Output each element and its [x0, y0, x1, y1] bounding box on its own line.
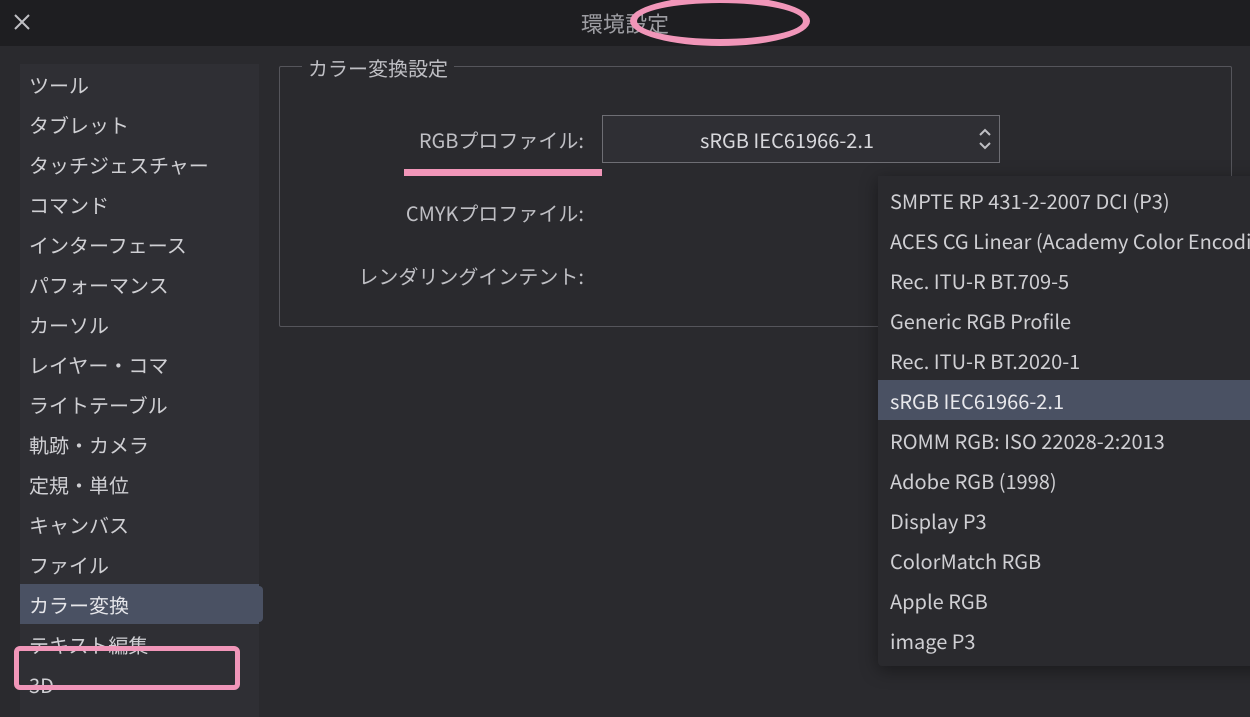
dropdown-option-1[interactable]: ACES CG Linear (Academy Color Encoding S… — [878, 220, 1250, 260]
fieldset-legend: カラー変換設定 — [302, 53, 454, 82]
sidebar-item-label: インターフェース — [29, 230, 187, 259]
sidebar-item-6[interactable]: カーソル — [20, 304, 259, 344]
sidebar-item-10[interactable]: 定規・単位 — [20, 464, 259, 504]
rgb-profile-dropdown: SMPTE RP 431-2-2007 DCI (P3)ACES CG Line… — [878, 176, 1250, 666]
dropdown-option-11[interactable]: image P3 — [878, 620, 1250, 660]
sidebar-item-label: 3D — [29, 670, 54, 699]
select-rgb-profile-value: sRGB IEC61966-2.1 — [603, 125, 971, 154]
sidebar-item-1[interactable]: タブレット — [20, 104, 259, 144]
dropdown-option-6[interactable]: ROMM RGB: ISO 22028-2:2013 — [878, 420, 1250, 460]
sidebar-item-label: ファイル — [29, 550, 109, 579]
sidebar-item-13[interactable]: カラー変換 — [20, 584, 259, 624]
titlebar: 環境設定 — [0, 0, 1250, 46]
dropdown-option-5[interactable]: sRGB IEC61966-2.1 — [878, 380, 1250, 420]
sidebar-item-2[interactable]: タッチジェスチャー — [20, 144, 259, 184]
sidebar-item-11[interactable]: キャンバス — [20, 504, 259, 544]
sidebar-item-label: パフォーマンス — [29, 270, 169, 299]
chevron-up-icon — [978, 128, 992, 138]
dropdown-option-9[interactable]: ColorMatch RGB — [878, 540, 1250, 580]
sidebar-item-3[interactable]: コマンド — [20, 184, 259, 224]
sidebar-item-label: 軌跡・カメラ — [29, 430, 149, 459]
sidebar-item-label: カラー変換 — [29, 590, 129, 619]
close-icon — [12, 12, 32, 32]
sidebar-item-label: タッチジェスチャー — [29, 150, 209, 179]
sidebar-item-5[interactable]: パフォーマンス — [20, 264, 259, 304]
sidebar-item-label: 定規・単位 — [29, 470, 129, 499]
main-panel: カラー変換設定 RGBプロファイル: sRGB IEC61966-2.1 CMY… — [259, 46, 1250, 717]
dropdown-option-10[interactable]: Apple RGB — [878, 580, 1250, 620]
window-title: 環境設定 — [581, 7, 669, 39]
sidebar-item-label: テキスト編集 — [29, 630, 148, 659]
sidebar-item-label: ライトテーブル — [29, 390, 168, 419]
dropdown-option-2[interactable]: Rec. ITU-R BT.709-5 — [878, 260, 1250, 300]
sidebar-item-0[interactable]: ツール — [20, 64, 259, 104]
sidebar-item-label: タブレット — [29, 110, 129, 139]
sidebar-item-7[interactable]: レイヤー・コマ — [20, 344, 259, 384]
close-button[interactable] — [10, 10, 34, 34]
sidebar-item-label: カーソル — [29, 310, 109, 339]
sidebar-item-15[interactable]: 3D — [20, 664, 259, 704]
dropdown-option-8[interactable]: Display P3 — [878, 500, 1250, 540]
sidebar-item-9[interactable]: 軌跡・カメラ — [20, 424, 259, 464]
dropdown-option-3[interactable]: Generic RGB Profile — [878, 300, 1250, 340]
label-rgb-profile: RGBプロファイル: — [302, 125, 602, 154]
sidebar-item-label: レイヤー・コマ — [29, 350, 168, 379]
label-cmyk-profile: CMYKプロファイル: — [302, 198, 602, 227]
sidebar-item-label: コマンド — [29, 190, 109, 219]
label-rendering-intent: レンダリングインテント: — [302, 261, 602, 290]
dropdown-option-0[interactable]: SMPTE RP 431-2-2007 DCI (P3) — [878, 180, 1250, 220]
sidebar-item-4[interactable]: インターフェース — [20, 224, 259, 264]
sidebar-item-8[interactable]: ライトテーブル — [20, 384, 259, 424]
dropdown-option-7[interactable]: Adobe RGB (1998) — [878, 460, 1250, 500]
sidebar-item-12[interactable]: ファイル — [20, 544, 259, 584]
dropdown-option-4[interactable]: Rec. ITU-R BT.2020-1 — [878, 340, 1250, 380]
sidebar-item-14[interactable]: テキスト編集 — [20, 624, 259, 664]
sidebar: ツールタブレットタッチジェスチャーコマンドインターフェースパフォーマンスカーソル… — [20, 64, 259, 717]
chevron-down-icon — [978, 140, 992, 150]
select-rgb-profile[interactable]: sRGB IEC61966-2.1 — [602, 115, 1000, 163]
sidebar-item-label: キャンバス — [29, 510, 129, 539]
sidebar-item-label: ツール — [29, 70, 89, 99]
select-stepper[interactable] — [971, 128, 999, 150]
annotation-rgb-underline — [404, 169, 602, 176]
row-rgb-profile: RGBプロファイル: sRGB IEC61966-2.1 — [302, 115, 1209, 163]
